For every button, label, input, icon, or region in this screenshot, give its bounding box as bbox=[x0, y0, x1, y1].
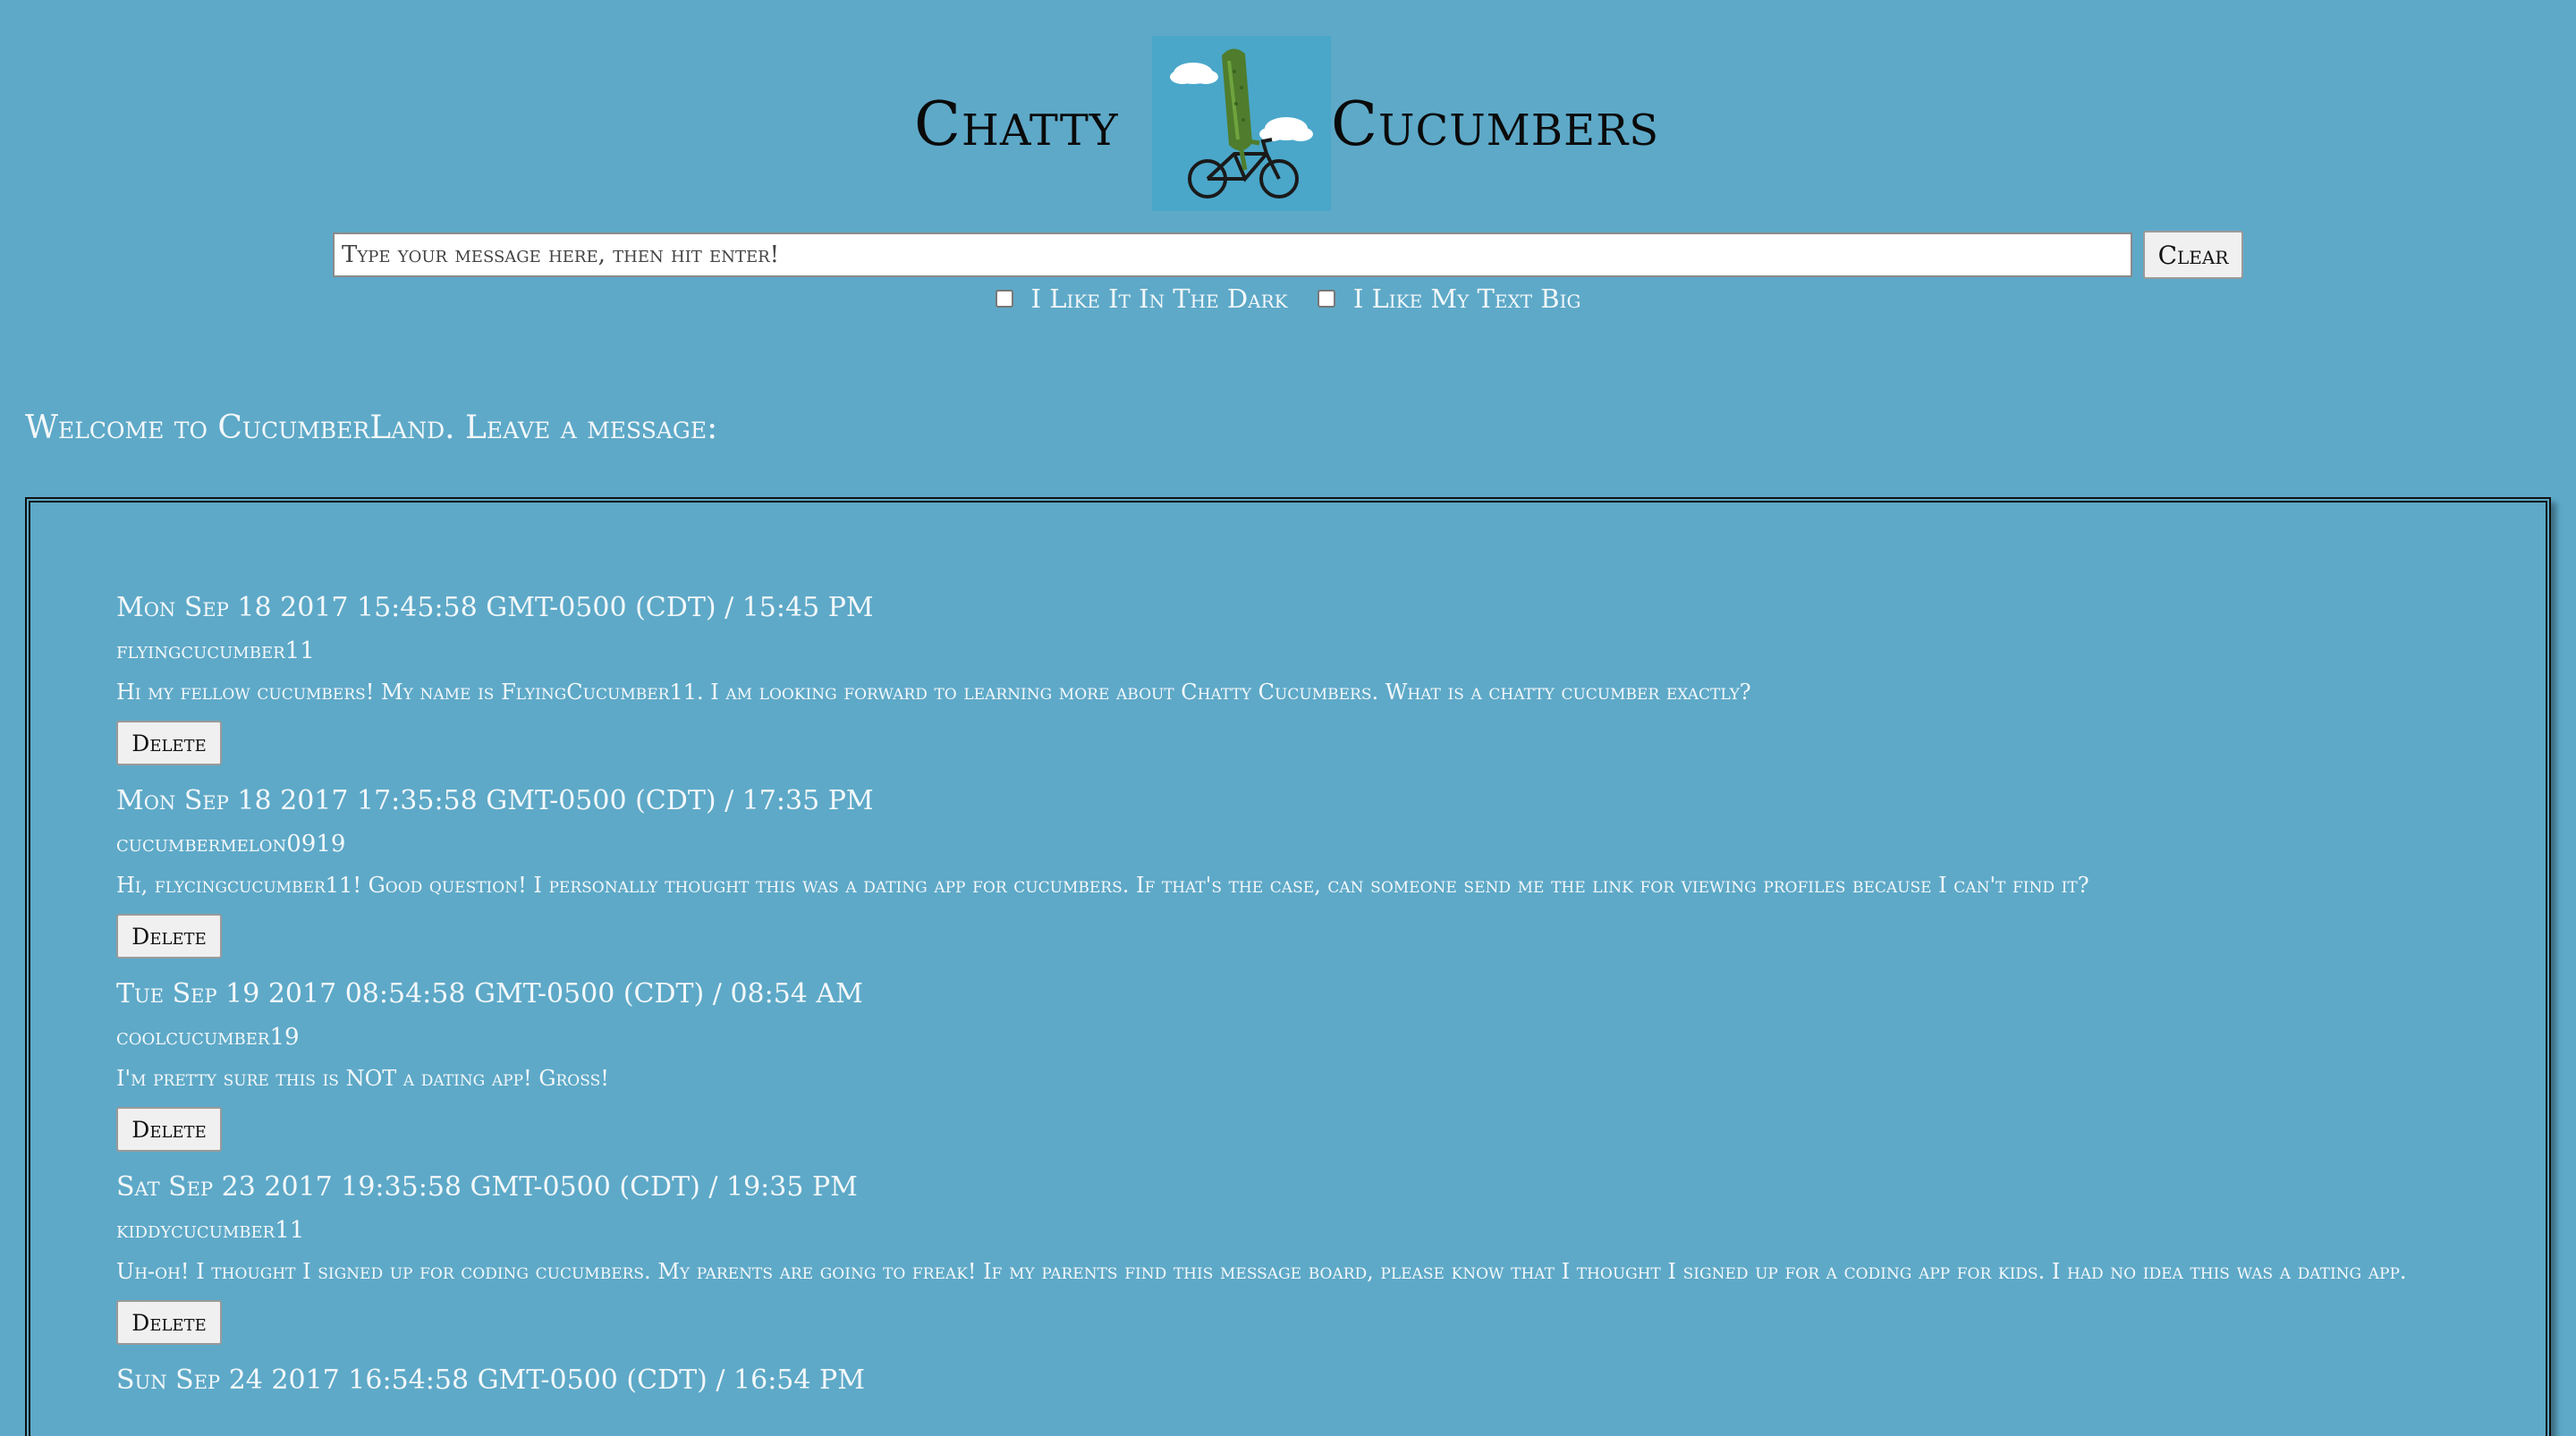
message-item: Sun Sep 24 2017 16:54:58 GMT-0500 (CDT) … bbox=[116, 1361, 2478, 1400]
message-username: kiddycucumber11 bbox=[116, 1217, 305, 1244]
options-row: I Like It In The Dark I Like My Text Big bbox=[0, 281, 2576, 317]
message-username: coolcucumber19 bbox=[116, 1024, 300, 1051]
message-item: Tue Sep 19 2017 08:54:58 GMT-0500 (CDT) … bbox=[116, 975, 2478, 1152]
message-timestamp: Mon Sep 18 2017 15:45:58 GMT-0500 (CDT) … bbox=[116, 592, 874, 623]
message-username: cucumbermelon0919 bbox=[116, 831, 346, 857]
message-input[interactable] bbox=[333, 232, 2132, 277]
message-timestamp: Sun Sep 24 2017 16:54:58 GMT-0500 (CDT) … bbox=[116, 1364, 865, 1396]
site-header: Chatty Cucumbers bbox=[0, 36, 2576, 215]
site-title-left: Chatty bbox=[914, 89, 1119, 160]
message-text: Hi, flycingcucumber11! Good question! I … bbox=[116, 873, 2089, 898]
site-title-right: Cucumbers bbox=[1331, 89, 1660, 160]
big-text-option[interactable]: I Like My Text Big bbox=[1317, 281, 1581, 317]
message-board[interactable]: Mon Sep 18 2017 15:45:58 GMT-0500 (CDT) … bbox=[25, 497, 2551, 1436]
message-timestamp: Mon Sep 18 2017 17:35:58 GMT-0500 (CDT) … bbox=[116, 785, 874, 816]
welcome-heading: Welcome to CucumberLand. Leave a message… bbox=[25, 410, 718, 446]
dark-mode-option[interactable]: I Like It In The Dark bbox=[995, 281, 1288, 317]
message-item: Mon Sep 18 2017 15:45:58 GMT-0500 (CDT) … bbox=[116, 588, 2478, 765]
message-item: Sat Sep 23 2017 19:35:58 GMT-0500 (CDT) … bbox=[116, 1168, 2478, 1345]
message-text: I'm pretty sure this is NOT a dating app… bbox=[116, 1066, 609, 1091]
delete-button[interactable]: Delete bbox=[116, 1300, 222, 1345]
message-list: Mon Sep 18 2017 15:45:58 GMT-0500 (CDT) … bbox=[116, 588, 2478, 1406]
big-text-checkbox[interactable] bbox=[1317, 290, 1335, 308]
delete-button[interactable]: Delete bbox=[116, 1107, 222, 1152]
message-text: Hi my fellow cucumbers! My name is Flyin… bbox=[116, 680, 1751, 705]
page: Chatty Cucumbers Type your message here,… bbox=[0, 0, 2576, 1436]
message-username: flyingcucumber11 bbox=[116, 638, 315, 664]
message-timestamp: Tue Sep 19 2017 08:54:58 GMT-0500 (CDT) … bbox=[116, 978, 863, 1009]
message-text: Uh-oh! I thought I signed up for coding … bbox=[116, 1259, 2407, 1284]
cucumber-on-bicycle-logo-icon bbox=[1152, 36, 1331, 211]
dark-mode-label[interactable]: I Like It In The Dark bbox=[1031, 281, 1288, 317]
message-item: Mon Sep 18 2017 17:35:58 GMT-0500 (CDT) … bbox=[116, 781, 2478, 959]
clear-button[interactable]: Clear bbox=[2143, 231, 2243, 279]
message-timestamp: Sat Sep 23 2017 19:35:58 GMT-0500 (CDT) … bbox=[116, 1171, 858, 1203]
delete-button[interactable]: Delete bbox=[116, 914, 222, 959]
dark-mode-checkbox[interactable] bbox=[995, 290, 1013, 308]
delete-button[interactable]: Delete bbox=[116, 721, 222, 765]
big-text-label[interactable]: I Like My Text Big bbox=[1353, 281, 1581, 317]
